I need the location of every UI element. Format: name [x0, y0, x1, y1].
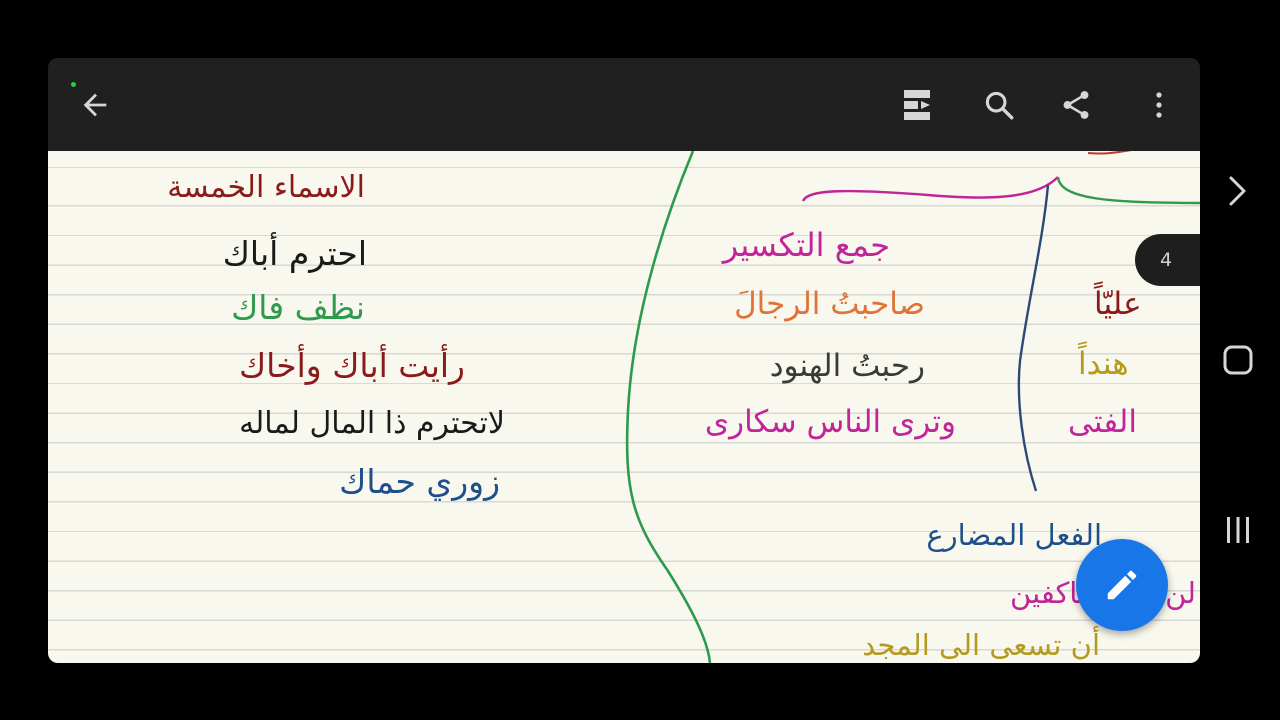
recent-apps-button[interactable]: [1212, 504, 1264, 556]
arrow-back-icon: [83, 93, 107, 117]
middle-title: جمع التكسير: [722, 226, 890, 264]
middle-line-3: وترى الناس سكارى: [704, 404, 956, 440]
home-button[interactable]: [1212, 334, 1264, 386]
left-line-1: احترم أباك: [222, 234, 367, 273]
middle-line-1: صاحبتُ الرجالَ: [734, 286, 925, 322]
pencil-icon: [1107, 570, 1137, 600]
left-title: الاسماء الخمسة: [167, 170, 365, 205]
page-layout-icon: [904, 90, 930, 120]
recent-apps-icon: [1227, 517, 1249, 543]
next-page-button[interactable]: [1212, 165, 1264, 217]
chevron-right-icon: [1229, 176, 1246, 206]
right-line-2: هنداً: [1078, 346, 1129, 382]
share-button[interactable]: [1053, 82, 1099, 128]
right-line-1: عليّاً: [1094, 286, 1142, 322]
search-button[interactable]: [976, 82, 1022, 128]
page-number-label: 4: [1160, 249, 1173, 271]
home-square-icon: [1223, 345, 1253, 375]
page-layout-button[interactable]: [894, 82, 940, 128]
left-line-4: لاتحترم ذا المال لماله: [239, 406, 505, 441]
share-icon: [1063, 91, 1089, 119]
search-icon: [985, 91, 1014, 120]
page-number-badge[interactable]: 4: [1135, 234, 1200, 286]
top-toolbar: [48, 58, 1200, 151]
back-button[interactable]: [72, 82, 118, 128]
bottom-title: الفعل المضارع: [926, 518, 1102, 552]
bottom-line-2: أن تسعى الى المجد: [862, 628, 1100, 662]
middle-line-2: رحبتُ الهنود: [769, 348, 925, 384]
right-line-3: الفتى: [1068, 404, 1137, 440]
left-line-2: نظف فاك: [231, 288, 365, 327]
more-vert-icon: [1156, 92, 1162, 118]
left-line-5: زوري حماك: [339, 462, 500, 501]
edit-fab-button[interactable]: [1076, 539, 1168, 631]
more-options-button[interactable]: [1136, 82, 1182, 128]
notebook-page[interactable]: الاسماء الخمسة احترم أباك نظف فاك رأيت أ…: [48, 151, 1200, 663]
left-line-3: رأيت أباك وأخاك: [238, 346, 465, 385]
notes-app-window: الاسماء الخمسة احترم أباك نظف فاك رأيت أ…: [48, 58, 1200, 663]
